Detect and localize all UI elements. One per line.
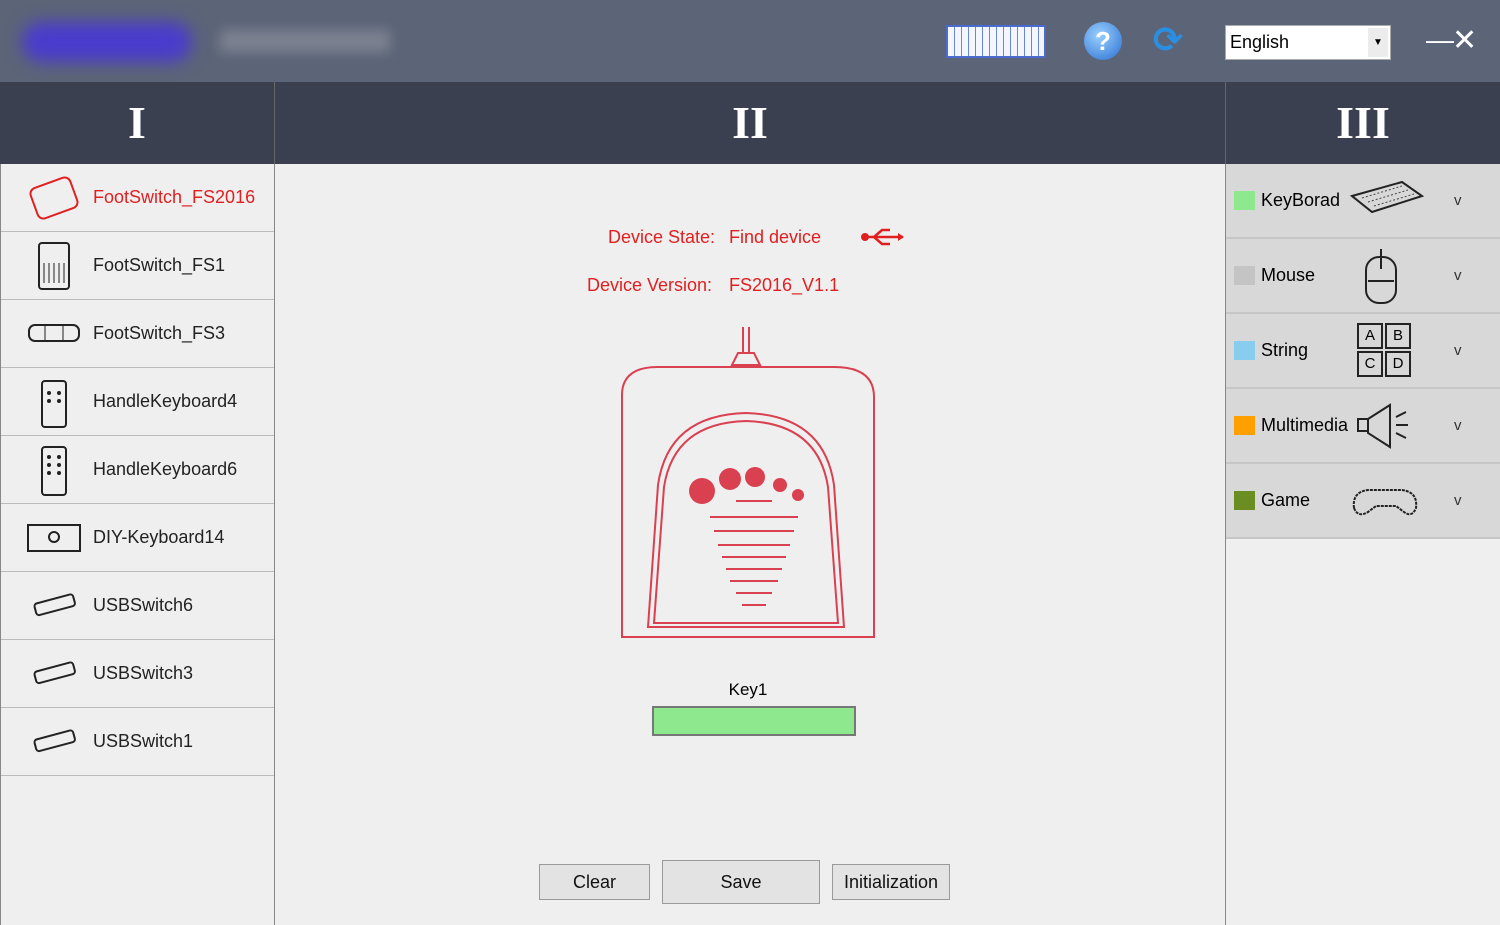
category-string[interactable]: String A B C D v — [1226, 314, 1500, 389]
usb-icon — [861, 228, 904, 246]
category-game[interactable]: Game v — [1226, 464, 1500, 539]
key-cap: D — [1385, 351, 1411, 377]
device-version-value: FS2016_V1.1 — [729, 275, 840, 295]
refresh-icon[interactable]: ⟳ — [1150, 22, 1186, 58]
device-list: FootSwitch_FS2016 FootSwitch_FS1 FootSwi… — [0, 164, 275, 925]
device-item-usbswitch6[interactable]: USBSwitch6 — [1, 572, 274, 640]
handle-keyboard-icon — [27, 379, 81, 428]
color-swatch — [1234, 191, 1255, 210]
device-item-footswitch-fs2016[interactable]: FootSwitch_FS2016 — [1, 164, 274, 232]
mouse-icon — [1365, 249, 1397, 304]
color-swatch — [1234, 341, 1255, 360]
device-item-usbswitch3[interactable]: USBSwitch3 — [1, 640, 274, 708]
usb-switch-icon — [27, 720, 81, 764]
diy-keyboard-icon — [27, 516, 81, 560]
device-item-footswitch-fs1[interactable]: FootSwitch_FS1 — [1, 232, 274, 300]
device-label: HandleKeyboard6 — [93, 459, 238, 479]
device-item-handlekeyboard4[interactable]: HandleKeyboard4 — [1, 368, 274, 436]
footswitch-icon — [27, 241, 81, 290]
device-label: FootSwitch_FS1 — [93, 255, 226, 275]
device-state-value: Find device — [729, 227, 822, 247]
category-mouse[interactable]: Mouse v — [1226, 239, 1500, 314]
device-label: FootSwitch_FS3 — [93, 323, 226, 343]
color-swatch — [1234, 416, 1255, 435]
device-item-footswitch-fs3[interactable]: FootSwitch_FS3 — [1, 300, 274, 368]
category-label: Game — [1261, 490, 1311, 510]
handle-keyboard-icon — [27, 445, 81, 496]
minimize-button[interactable]: — — [1426, 26, 1454, 54]
app-title — [220, 30, 390, 52]
device-item-diy-keyboard14[interactable]: DIY-Keyboard14 — [1, 504, 274, 572]
category-label: Mouse — [1261, 265, 1316, 285]
chevron-down-icon[interactable]: v — [1454, 342, 1462, 359]
keyboard-icon — [1349, 180, 1425, 214]
color-swatch — [1234, 266, 1255, 285]
column-header-2: II — [275, 82, 1225, 164]
save-button[interactable]: Save — [662, 860, 820, 904]
category-multimedia[interactable]: Multimedia v — [1226, 389, 1500, 464]
key-cap: B — [1385, 323, 1411, 349]
column-header-3: III — [1225, 82, 1500, 164]
language-value: English — [1230, 32, 1290, 52]
key-label: Key1 — [728, 680, 768, 699]
usb-switch-icon — [27, 652, 81, 696]
device-label: USBSwitch3 — [93, 663, 194, 683]
device-label: USBSwitch6 — [93, 595, 194, 615]
column-header-1: I — [0, 82, 275, 164]
chevron-down-icon[interactable]: ▼ — [1368, 28, 1388, 57]
category-panel: KeyBorad v Mouse v String A B C D v Multim… — [1225, 164, 1500, 925]
device-label: HandleKeyboard4 — [93, 391, 238, 411]
keyboard-layout-icon[interactable] — [946, 25, 1046, 58]
device-state-label: Device State: — [608, 227, 716, 247]
language-select[interactable]: English ▼ — [1225, 25, 1391, 60]
key-cap: A — [1357, 323, 1383, 349]
category-label: KeyBorad — [1261, 190, 1341, 210]
device-item-handlekeyboard6[interactable]: HandleKeyboard6 — [1, 436, 274, 504]
usb-switch-icon — [27, 584, 81, 628]
device-version-label: Device Version: — [587, 275, 713, 295]
device-item-usbswitch1[interactable]: USBSwitch1 — [1, 708, 274, 776]
app-logo — [22, 22, 192, 62]
initialization-button[interactable]: Initialization — [832, 864, 950, 900]
key1-slot[interactable] — [652, 706, 856, 736]
close-button[interactable]: ✕ — [1452, 26, 1477, 56]
footswitch-icon — [27, 312, 81, 356]
device-label: DIY-Keyboard14 — [93, 527, 225, 547]
chevron-down-icon[interactable]: v — [1454, 192, 1462, 209]
abcd-keys-icon: A B C D — [1357, 323, 1411, 377]
gamepad-icon — [1352, 489, 1418, 516]
clear-button[interactable]: Clear — [539, 864, 650, 900]
device-label: USBSwitch1 — [93, 731, 194, 751]
device-label: FootSwitch_FS2016 — [93, 187, 256, 207]
chevron-down-icon[interactable]: v — [1454, 417, 1462, 434]
key-cap: C — [1357, 351, 1383, 377]
title-bar: ? ⟳ English ▼ — ✕ — [0, 0, 1500, 82]
chevron-down-icon[interactable]: v — [1454, 492, 1462, 509]
category-label: Multimedia — [1261, 415, 1349, 435]
category-label: String — [1261, 340, 1309, 360]
chevron-down-icon[interactable]: v — [1454, 267, 1462, 284]
speaker-icon — [1357, 403, 1408, 449]
footswitch-icon — [27, 175, 81, 220]
footswitch-illustration — [621, 327, 875, 638]
help-icon[interactable]: ? — [1084, 22, 1122, 60]
category-keyboard[interactable]: KeyBorad v — [1226, 164, 1500, 239]
color-swatch — [1234, 491, 1255, 510]
